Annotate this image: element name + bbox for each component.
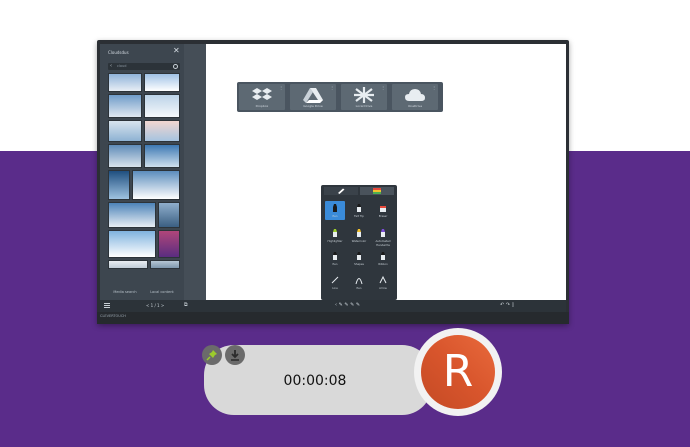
felt-tip-icon [357,204,361,212]
image-thumbnail[interactable] [144,73,180,92]
image-thumbnail[interactable] [158,230,180,258]
screen: Cloudsdus ✕ ‹ cloud Media search Local c… [100,44,566,312]
watercolor-icon [357,229,361,237]
tab-pens[interactable] [324,187,358,195]
panel-title: Cloudsdus [108,50,129,55]
image-thumbnail[interactable] [144,144,180,168]
pen-tool-popup: Pen Felt Tip Eraser Highlighter Watercol… [321,185,397,300]
image-thumbnail[interactable] [158,202,180,228]
image-thumbnail[interactable] [108,120,142,142]
back-arrow-icon[interactable]: ‹ [110,63,112,69]
shapes-pen-icon [357,252,361,260]
local-content-button[interactable]: Local content [144,288,180,296]
network-drive-icon [354,87,374,103]
image-thumbnail[interactable] [108,170,130,200]
tool-watercolor[interactable]: Watercolor [349,226,369,245]
download-button[interactable] [225,345,245,365]
line-icon [331,276,339,284]
image-thumbnail[interactable] [108,73,142,92]
image-thumbnail[interactable] [144,94,180,118]
image-thumbnail[interactable] [144,120,180,142]
onedrive-cloud-icon [405,89,425,101]
pencil-icon [338,188,345,194]
angle-icon [379,275,387,284]
image-thumbnail[interactable] [132,170,180,200]
tool-line[interactable]: Line [325,273,345,292]
menu-icon[interactable] [104,303,110,304]
google-drive-icon [303,88,323,103]
search-query: cloud [117,64,127,68]
tool-pen[interactable]: Pen [325,201,345,220]
pen-icon [333,204,337,212]
bottom-taskbar: < 1 / 1 > ⧉ ‹ ✎ ✎ ✎ ✎ ↶ ↷ ▯ [100,300,566,312]
image-thumbnail[interactable] [108,202,156,228]
handwrite-icon [381,229,385,237]
color-palette-icon [373,188,381,194]
search-icon[interactable] [173,64,178,69]
search-input[interactable]: ‹ cloud [108,63,180,70]
ribbon-pen-icon [381,252,385,260]
highlighter-icon [333,229,337,237]
media-search-button[interactable]: Media search [108,288,142,296]
more-options-icon[interactable]: ⋮ [330,86,334,90]
tool-label: Ribbon [378,262,388,266]
pen-icon [333,252,337,260]
monitor-bezel-bottom [97,312,569,324]
tool-highlighter[interactable]: Highlighter [325,226,345,245]
tool-arrow[interactable]: Arrow [373,273,393,292]
tool-ribbon[interactable]: Ribbon [373,249,393,268]
dropbox-icon [252,88,272,100]
eraser-icon [380,206,386,212]
record-logo-letter[interactable]: R [421,335,495,409]
tool-pen-2[interactable]: Pen [325,249,345,268]
cloud-label: Local Drive [355,104,373,108]
tool-shapes[interactable]: Shapes [349,249,369,268]
pin-icon [206,350,217,361]
image-search-panel: Cloudsdus ✕ ‹ cloud Media search Local c… [100,44,184,300]
cloud-label: Google Drive [303,104,323,108]
image-thumbnail[interactable] [108,94,142,118]
local-drive-button[interactable]: ⋮ Local Drive [341,84,387,110]
tool-label: Eraser [378,214,388,218]
image-thumbnail[interactable] [108,144,142,168]
brand-logo: CLEVERTOUCH [100,314,126,318]
recording-timer: 00:00:08 [283,373,347,389]
pin-button[interactable] [202,345,222,365]
tool-felt-tip[interactable]: Felt Tip [349,201,369,220]
download-icon [231,350,239,361]
image-thumbnail[interactable] [108,260,148,269]
tool-label: Automated Handwrite [375,239,391,247]
tools-row[interactable]: ‹ ✎ ✎ ✎ ✎ [335,302,360,309]
panel-gutter [184,44,206,300]
more-options-icon[interactable]: ⋮ [381,86,385,90]
more-options-icon[interactable]: ⋮ [279,86,283,90]
tool-curve[interactable]: Pen [349,273,369,292]
page-navigation[interactable]: < 1 / 1 > [146,302,164,309]
touchscreen-monitor: Cloudsdus ✕ ‹ cloud Media search Local c… [97,40,569,324]
cloud-label: OneDrive [407,104,423,108]
tool-label: Arrow [379,286,387,290]
pages-icon[interactable]: ⧉ [184,302,188,309]
more-options-icon[interactable]: ⋮ [432,86,436,90]
onedrive-button[interactable]: ⋮ OneDrive [392,84,438,110]
cloud-label: Dropbox [255,104,269,108]
tool-eraser[interactable]: Eraser [373,201,393,220]
undo-redo-icons[interactable]: ↶ ↷ ▯ [500,302,514,309]
tab-colors[interactable] [360,187,394,195]
image-thumbnail[interactable] [150,260,180,269]
tool-automated-handwrite[interactable]: Automated Handwrite [373,226,393,247]
dropbox-button[interactable]: ⋮ Dropbox [239,84,285,110]
image-thumbnail[interactable] [108,230,156,258]
google-drive-button[interactable]: ⋮ Google Drive [290,84,336,110]
image-results-grid [108,73,180,269]
close-icon[interactable]: ✕ [173,47,180,55]
cloud-services-bar: ⋮ Dropbox ⋮ Google Drive ⋮ Local Drive ⋮… [237,82,443,112]
curve-icon [355,278,363,285]
